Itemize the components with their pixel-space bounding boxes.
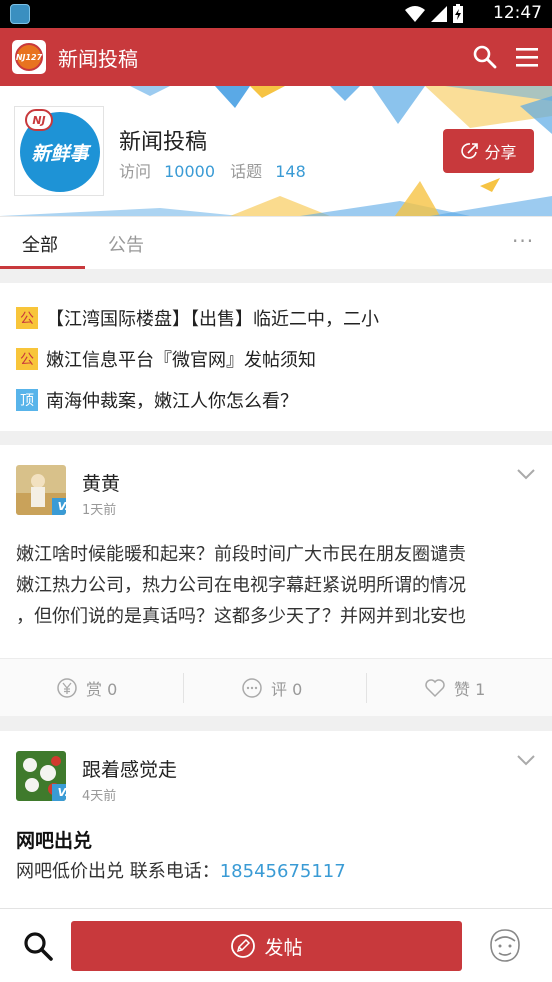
post-content: 网吧低价出兑 联系电话：18545675117 (16, 857, 346, 883)
post-content-line: ，但你们说的是真话吗？这都多少天了？并网并到北安也 (16, 606, 466, 627)
visits-label: 访问 (119, 162, 152, 181)
post-card[interactable]: V.0 跟着感觉走 4天前 网吧出兑 网吧低价出兑 联系电话：185456751… (0, 731, 552, 911)
phone-link[interactable]: 18545675117 (220, 861, 346, 882)
reward-button[interactable]: 赏 0 (56, 659, 117, 717)
app-logo-text: NJ127 (15, 43, 43, 71)
reward-label: 赏 0 (86, 680, 118, 699)
post-actions: 赏 0 评 0 赞 1 (0, 658, 552, 716)
battery-icon (453, 4, 463, 23)
notice-item[interactable]: 公 嫩江信息平台『微官网』发帖须知 (16, 345, 316, 373)
notice-item[interactable]: 公 【江湾国际楼盘】【出售】临近二中，二小 (16, 304, 379, 332)
bottom-bar: 发帖 (0, 908, 552, 982)
user-avatar[interactable]: V.0 (16, 751, 66, 801)
post-time: 1天前 (82, 503, 117, 518)
heart-icon (425, 679, 445, 698)
user-name[interactable]: 跟着感觉走 (82, 755, 177, 782)
tab-notice[interactable]: 公告 (108, 231, 144, 257)
post-content-line: 嫩江啥时候能暖和起来？前段时间广大市民在朋友圈谴责 (16, 544, 466, 565)
tab-all[interactable]: 全部 (22, 231, 58, 257)
share-button[interactable]: 分享 (443, 129, 534, 173)
board-avatar[interactable]: 新鲜事 NJ (14, 106, 104, 196)
status-bar: 12:47 (0, 0, 552, 28)
post-time: 4天前 (82, 789, 117, 804)
pinned-tag: 顶 (16, 389, 38, 411)
app-logo: NJ127 (12, 40, 46, 74)
more-options-icon[interactable]: ··· (512, 229, 534, 253)
notice-text: 【江湾国际楼盘】【出售】临近二中，二小 (46, 309, 379, 330)
level-badge: V.0 (52, 498, 66, 515)
notice-text: 嫩江信息平台『微官网』发帖须知 (46, 350, 316, 371)
user-name[interactable]: 黄黄 (82, 469, 120, 496)
chevron-down-icon[interactable] (515, 753, 537, 767)
notice-item[interactable]: 顶 南海仲裁案，嫩江人你怎么看？ (16, 386, 298, 414)
emoji-face-icon[interactable] (487, 927, 523, 965)
post-body-text: 网吧低价出兑 联系电话： (16, 861, 220, 882)
notice-text: 南海仲裁案，嫩江人你怎么看？ (46, 391, 298, 412)
new-post-label: 发帖 (264, 936, 303, 959)
topics-count: 148 (275, 162, 306, 181)
like-button[interactable]: 赞 1 (424, 659, 485, 717)
new-post-button[interactable]: 发帖 (71, 921, 462, 971)
user-avatar[interactable]: V.0 (16, 465, 66, 515)
notice-tag: 公 (16, 307, 38, 329)
search-icon[interactable] (472, 44, 498, 70)
board-name: 新闻投稿 (119, 130, 208, 155)
comment-button[interactable]: 评 0 (241, 659, 302, 717)
share-label: 分享 (484, 143, 517, 162)
comment-label: 评 0 (271, 680, 303, 699)
share-icon (461, 143, 479, 159)
visits-count: 10000 (164, 162, 216, 181)
post-card[interactable]: V.0 黄黄 1天前 嫩江啥时候能暖和起来？前段时间广大市民在朋友圈谴责 嫩江热… (0, 445, 552, 716)
notice-tag: 公 (16, 348, 38, 370)
divider (183, 673, 184, 703)
search-icon[interactable] (22, 930, 54, 962)
comment-icon (242, 678, 262, 698)
clock: 12:47 (493, 3, 542, 23)
nj-badge: NJ (25, 109, 53, 131)
tab-indicator (0, 266, 85, 269)
like-label: 赞 1 (454, 680, 486, 699)
wifi-icon (405, 6, 425, 22)
board-stats: 访问 10000 话题 148 (119, 158, 306, 182)
notification-app-icon (10, 4, 30, 24)
notice-list: 公 【江湾国际楼盘】【出售】临近二中，二小 公 嫩江信息平台『微官网』发帖须知 … (0, 283, 552, 431)
level-badge: V.0 (52, 784, 66, 801)
topics-label: 话题 (230, 162, 263, 181)
screen: 12:47 NJ127 新闻投稿 新鲜事 NJ 新闻投稿 访问 10000 话题… (0, 0, 552, 982)
post-title: 网吧出兑 (16, 830, 93, 852)
system-icons (404, 4, 464, 23)
post-content-line: 嫩江热力公司，热力公司在电视字幕赶紧说明所谓的情况 (16, 575, 466, 596)
reward-icon (57, 678, 77, 698)
app-title: 新闻投稿 (58, 47, 138, 71)
tab-bar: 全部 公告 ··· (0, 216, 552, 269)
post-content: 嫩江啥时候能暖和起来？前段时间广大市民在朋友圈谴责 嫩江热力公司，热力公司在电视… (16, 539, 541, 632)
menu-icon[interactable] (514, 46, 540, 68)
edit-icon (231, 934, 256, 958)
board-header: 新鲜事 NJ 新闻投稿 访问 10000 话题 148 分享 (0, 86, 552, 216)
app-bar: NJ127 新闻投稿 (0, 28, 552, 86)
signal-icon (431, 6, 447, 22)
divider (366, 673, 367, 703)
chevron-down-icon[interactable] (515, 467, 537, 481)
